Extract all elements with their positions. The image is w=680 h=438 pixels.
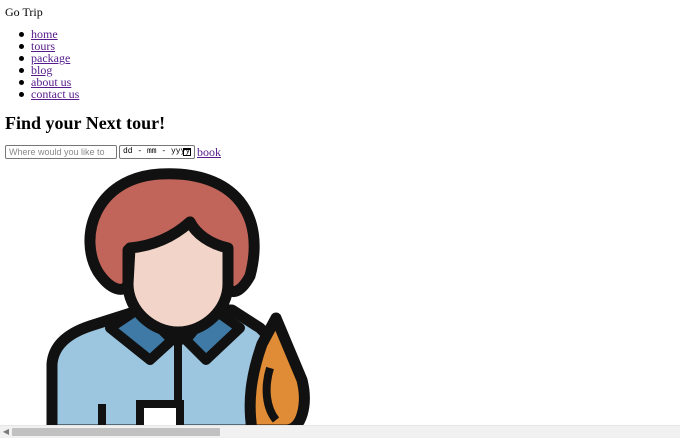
- destination-input[interactable]: [5, 145, 117, 159]
- book-link[interactable]: book: [197, 145, 221, 159]
- traveler-person-icon: [46, 168, 310, 430]
- nav-item-contact-us: contact us: [18, 87, 79, 101]
- page-heading: Find your Next tour!: [5, 113, 166, 133]
- horizontal-scrollbar[interactable]: ◀: [0, 425, 680, 438]
- scrollbar-thumb[interactable]: [12, 428, 220, 436]
- date-placeholder: dd - mm - yyyy: [123, 147, 191, 156]
- nav-link-contact-us[interactable]: contact us: [31, 87, 79, 101]
- date-input[interactable]: dd - mm - yyyy: [119, 145, 195, 159]
- main-nav: home tours package blog about us contact…: [18, 28, 79, 101]
- calendar-icon[interactable]: [183, 148, 191, 156]
- site-brand: Go Trip: [5, 5, 43, 19]
- scroll-left-arrow-icon[interactable]: ◀: [0, 426, 12, 438]
